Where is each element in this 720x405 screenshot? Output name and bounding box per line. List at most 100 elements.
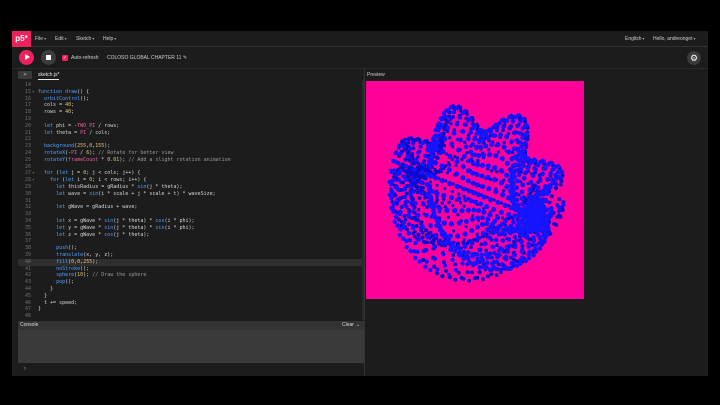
p5-logo[interactable]: p5* xyxy=(12,31,31,47)
sphere-dot xyxy=(498,246,503,251)
code-line[interactable]: 19 xyxy=(18,116,364,123)
sphere-dot xyxy=(413,200,418,206)
sphere-dot xyxy=(496,232,502,237)
sphere-dot xyxy=(465,207,472,213)
code-line[interactable]: 29 let thisRadius = gRadius * sin(j * th… xyxy=(18,184,364,191)
code-line[interactable]: 36 let z = gWave * cos(j * theta); xyxy=(18,232,364,239)
sphere-dot xyxy=(502,140,506,145)
code-editor[interactable]: 14 15 ▾ function draw() {16 orbitControl();… xyxy=(18,80,364,320)
sphere-dot xyxy=(463,253,470,260)
menu-help[interactable]: Help▾ xyxy=(103,34,116,44)
console-collapse-icon[interactable]: ⌄ xyxy=(356,322,360,329)
sphere-dot xyxy=(527,225,533,231)
sphere-dot xyxy=(457,252,463,258)
sphere-dot xyxy=(460,261,465,266)
sphere-dot xyxy=(509,255,513,260)
menu-sketch[interactable]: Sketch▾ xyxy=(76,34,94,44)
menu-file[interactable]: File▾ xyxy=(35,34,46,44)
sphere-dot xyxy=(450,257,455,263)
code-line[interactable]: 31 xyxy=(18,198,364,205)
code-line[interactable]: 39 translate(x, y, z); xyxy=(18,252,364,259)
code-line[interactable]: 32 let gWave = gRadius + wave; xyxy=(18,204,364,211)
sphere-dot xyxy=(503,217,509,223)
code-line[interactable]: 42 sphere(10); // Draw the sphere xyxy=(18,272,364,279)
code-line[interactable]: 30 let wave = sin(i * scale + j * scale … xyxy=(18,191,364,198)
code-line[interactable]: 46 t += speed; xyxy=(18,300,364,307)
code-line[interactable]: 23 background(255,0,155); xyxy=(18,143,364,150)
settings-gear-icon[interactable]: ⚙ xyxy=(687,51,701,65)
code-line[interactable]: 17 cols = 40; xyxy=(18,102,364,109)
sphere-dot xyxy=(391,158,396,164)
code-line[interactable]: 40 fill(0,0,255); xyxy=(18,258,364,266)
sphere-dot xyxy=(516,224,522,230)
sphere-dot xyxy=(433,160,439,166)
code-text: let gWave = gRadius + wave; xyxy=(56,204,138,211)
fold-arrow-icon[interactable]: ▾ xyxy=(32,177,34,184)
fold-arrow-icon[interactable]: ▾ xyxy=(32,170,34,177)
sphere-dot xyxy=(447,180,453,187)
sphere-dot xyxy=(436,150,441,155)
sphere-dot xyxy=(406,222,411,227)
user-menu[interactable]: Hello, andreonget▾ xyxy=(653,34,696,44)
code-line[interactable]: 45 } xyxy=(18,293,364,300)
code-line[interactable]: 33 xyxy=(18,211,364,218)
code-line[interactable]: 37 xyxy=(18,238,364,245)
code-line[interactable]: 34 let x = gWave * sin(j * theta) * cos(… xyxy=(18,218,364,225)
sphere-dot xyxy=(427,168,431,173)
menu-edit[interactable]: Edit▾ xyxy=(55,34,67,44)
sphere-dot xyxy=(428,180,432,184)
line-number: 20 xyxy=(24,122,31,129)
sphere-dot xyxy=(480,257,486,263)
code-line[interactable]: 20 let phi = -TWO_PI / rows; xyxy=(18,123,364,130)
code-line[interactable]: 38 push(); xyxy=(18,245,364,252)
sphere-dot xyxy=(480,215,485,221)
play-button[interactable] xyxy=(19,50,34,65)
code-line[interactable]: 21 let theta = PI / cols; xyxy=(18,130,364,137)
code-line[interactable]: 16 orbitControl(); xyxy=(18,96,364,103)
stop-button[interactable] xyxy=(41,50,56,65)
auto-refresh-checkbox[interactable]: ✓ xyxy=(62,55,68,61)
sphere-dot xyxy=(533,200,539,206)
sphere-dot xyxy=(406,212,412,218)
code-line[interactable]: 27 ▾ for (let j = 0; j < cols; j++) { xyxy=(18,170,364,177)
code-line[interactable]: 35 let y = gWave * sin(j * theta) * sin(… xyxy=(18,225,364,232)
sphere-dot xyxy=(455,233,461,239)
code-line[interactable]: 41 noStroke(); xyxy=(18,266,364,273)
code-line[interactable]: 22 xyxy=(18,136,364,143)
line-number: 23 xyxy=(24,143,31,150)
tab-sketch-js[interactable]: sketch.js* xyxy=(38,72,60,80)
sphere-dot xyxy=(454,121,460,127)
fold-arrow-icon[interactable]: ▾ xyxy=(32,89,34,96)
code-line[interactable]: 14 xyxy=(18,82,364,89)
code-line[interactable]: 47} xyxy=(18,306,364,313)
sphere-dot xyxy=(507,114,512,120)
sphere-dot xyxy=(535,232,541,237)
code-line[interactable]: 48 xyxy=(18,313,364,320)
code-line[interactable]: 43 pop(); xyxy=(18,279,364,286)
console-prompt-icon[interactable]: › xyxy=(24,365,26,373)
code-text: let thisRadius = gRadius * sin(j * theta… xyxy=(56,184,183,190)
code-line[interactable]: 28 ▾ for (let i = 0; i < rows; i++) { xyxy=(18,177,364,184)
preview-canvas[interactable] xyxy=(366,81,584,299)
sphere-dot xyxy=(435,183,439,187)
edit-pencil-icon[interactable]: ✎ xyxy=(183,55,187,61)
code-line[interactable]: 26 xyxy=(18,164,364,171)
code-line[interactable]: 44 } xyxy=(18,286,364,293)
sphere-dot xyxy=(395,223,400,228)
panel-divider[interactable] xyxy=(364,69,365,376)
code-line[interactable]: 24 rotateX(-PI / 6); // Rotate for bette… xyxy=(18,150,364,157)
code-line[interactable]: 18 rows = 40; xyxy=(18,109,364,116)
sphere-dot xyxy=(410,161,415,166)
sphere-dot xyxy=(398,151,403,156)
sphere-dot xyxy=(388,182,394,187)
sphere-dot xyxy=(556,204,562,210)
sketch-name[interactable]: COLOSO GLOBAL CHAPTER 11 ✎ xyxy=(107,54,187,62)
language-menu[interactable]: English▾ xyxy=(625,34,644,44)
toggle-sidebar-button[interactable]: > xyxy=(18,71,32,79)
sphere-dot xyxy=(454,183,460,190)
code-line[interactable]: 15 ▾ function draw() { xyxy=(18,89,364,96)
line-number: 38 xyxy=(24,245,31,252)
console-clear-button[interactable]: Clear xyxy=(342,322,354,329)
sphere-dot xyxy=(501,144,507,150)
code-line[interactable]: 25 rotateY(frameCount * 0.01); // Add a … xyxy=(18,157,364,164)
